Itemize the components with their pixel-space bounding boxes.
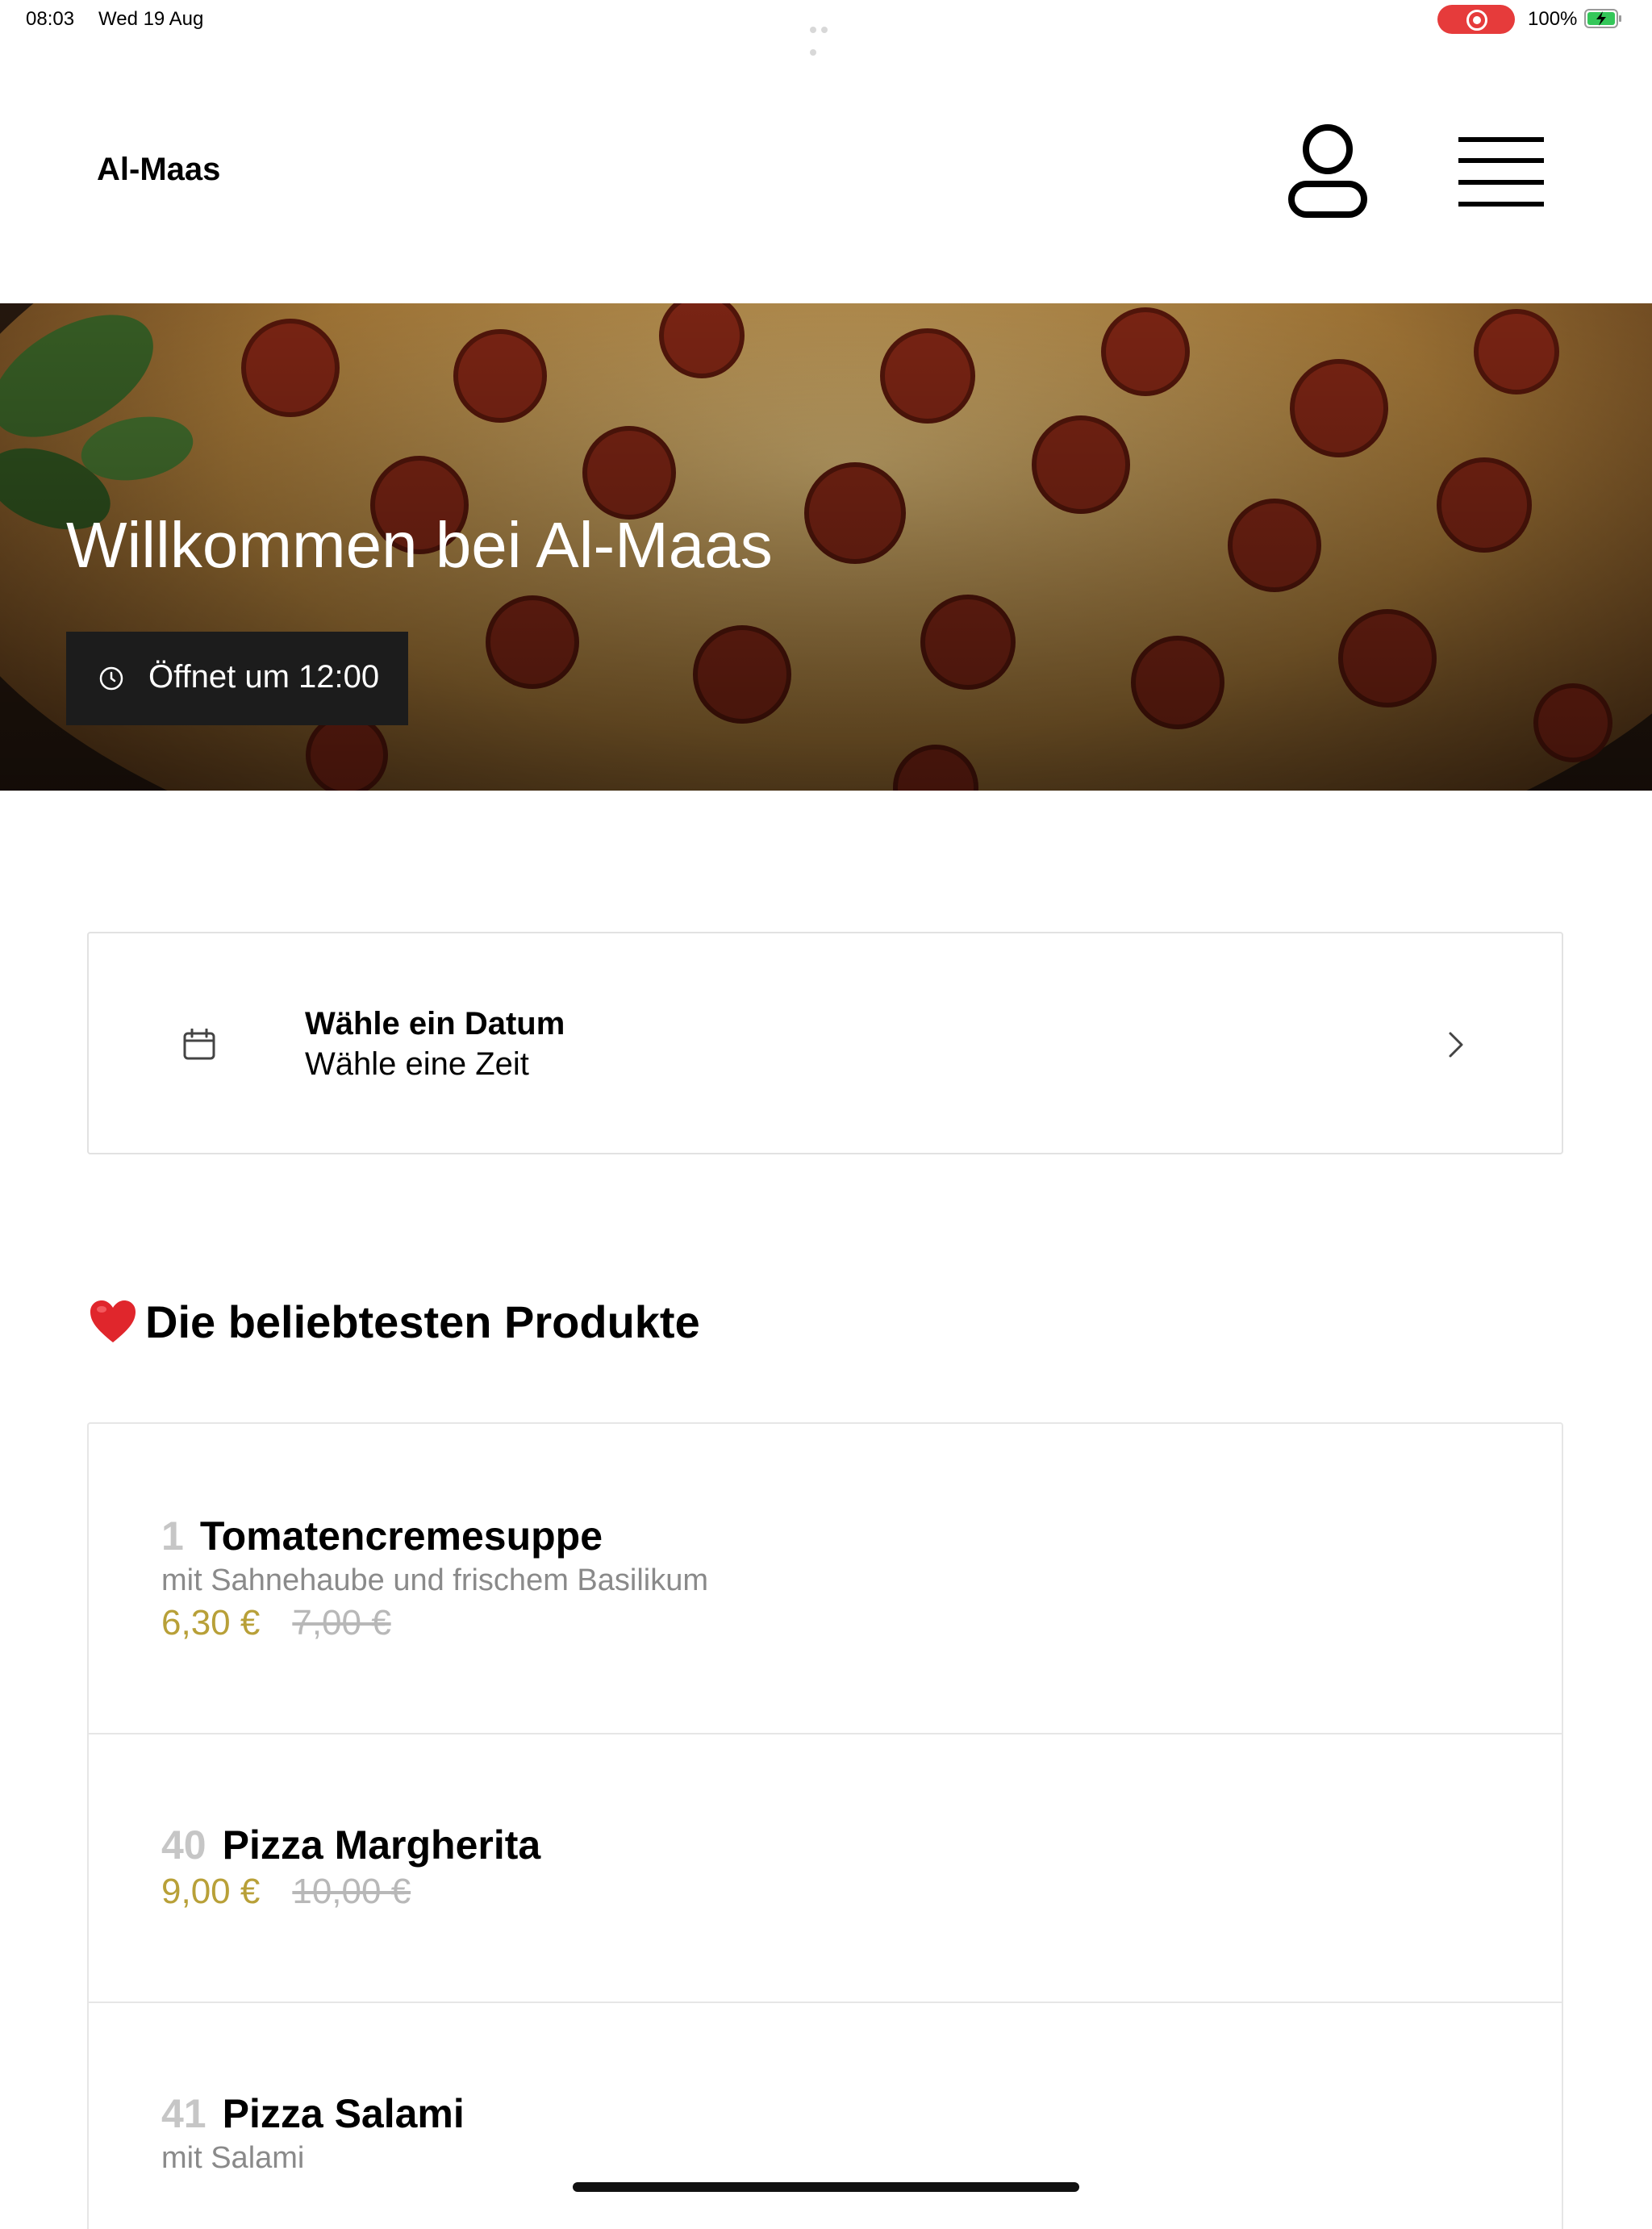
calendar-icon [183, 1029, 215, 1060]
opening-hours-text: Öffnet um 12:00 [148, 659, 380, 695]
product-price: 6,30 € [161, 1603, 261, 1643]
product-item[interactable]: 41 Pizza Salami mit Salami [89, 2002, 1562, 2229]
product-name: Tomatencremesuppe [199, 1513, 603, 1559]
multitasking-dots-icon[interactable] [810, 16, 842, 56]
popular-products-title: Die beliebtesten Produkte [145, 1296, 700, 1347]
product-number: 40 [161, 1822, 206, 1868]
product-item[interactable]: 1 Tomatencremesuppe mit Sahnehaube und fr… [89, 1424, 1562, 1734]
product-number: 41 [161, 2091, 206, 2136]
status-time: 08:03 [26, 8, 75, 30]
popular-products-heading: Die beliebtesten Produkte [89, 1296, 700, 1348]
product-price: 9,00 € [161, 1872, 261, 1911]
product-item[interactable]: 40 Pizza Margherita 9,00 € 10,00 € [89, 1733, 1562, 2003]
product-list: 1 Tomatencremesuppe mit Sahnehaube und fr… [87, 1422, 1563, 2229]
user-icon[interactable] [1287, 121, 1368, 221]
hamburger-menu-icon[interactable] [1458, 136, 1544, 208]
status-date: Wed 19 Aug [98, 8, 204, 30]
date-time-picker[interactable]: Wähle ein Datum Wähle eine Zeit [87, 932, 1563, 1154]
product-old-price: 7,00 € [292, 1603, 391, 1643]
product-number: 1 [161, 1513, 184, 1559]
heart-icon [90, 1300, 136, 1342]
chevron-right-icon [1449, 1032, 1463, 1058]
battery-percentage: 100% [1528, 8, 1578, 30]
time-picker-label: Wähle eine Zeit [305, 1046, 529, 1082]
home-indicator[interactable] [573, 2182, 1079, 2192]
product-name: Pizza Salami [222, 2091, 465, 2136]
product-description: mit Salami [161, 2141, 305, 2175]
battery-charging-icon [1584, 9, 1621, 28]
hero-title: Willkommen bei Al-Maas [66, 509, 773, 581]
date-picker-label: Wähle ein Datum [305, 1006, 565, 1041]
brand-name[interactable]: Al-Maas [97, 152, 220, 188]
screen-recording-icon[interactable] [1437, 5, 1515, 34]
product-name: Pizza Margherita [222, 1822, 541, 1868]
clock-icon [99, 666, 123, 691]
opening-hours-badge: Öffnet um 12:00 [66, 632, 408, 725]
product-old-price: 10,00 € [292, 1872, 411, 1911]
status-bar: 08:03 Wed 19 Aug 100% [0, 0, 1652, 56]
product-description: mit Sahnehaube und frischem Basilikum [161, 1563, 709, 1597]
